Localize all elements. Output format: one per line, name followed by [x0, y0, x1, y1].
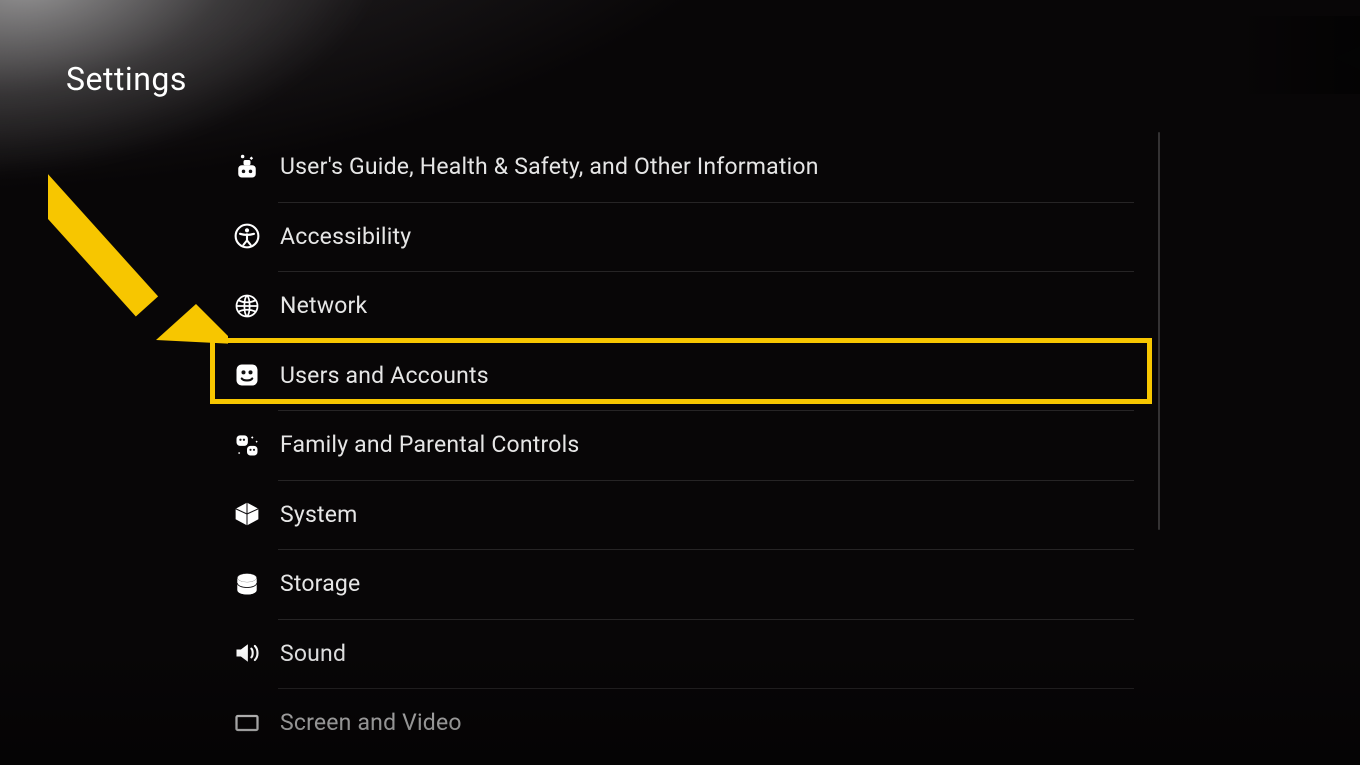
menu-label: System — [280, 501, 358, 528]
family-icon — [232, 430, 262, 460]
guide-health-icon — [232, 152, 262, 182]
accessibility-icon — [232, 221, 262, 251]
menu-item-family-parental[interactable]: Family and Parental Controls — [212, 410, 1158, 480]
menu-label: Accessibility — [280, 223, 411, 250]
scrollbar[interactable] — [1158, 132, 1160, 530]
menu-item-storage[interactable]: Storage — [212, 549, 1158, 619]
storage-disk-icon — [232, 569, 262, 599]
menu-label: Sound — [280, 640, 346, 667]
menu-item-network[interactable]: Network — [212, 271, 1158, 341]
user-face-icon — [232, 360, 262, 390]
menu-label: User's Guide, Health & Safety, and Other… — [280, 153, 819, 180]
menu-item-system[interactable]: System — [212, 480, 1158, 550]
cube-icon — [232, 499, 262, 529]
menu-label: Network — [280, 292, 367, 319]
settings-menu-list: User's Guide, Health & Safety, and Other… — [212, 132, 1158, 742]
menu-label: Storage — [280, 570, 360, 597]
menu-label: Screen and Video — [280, 709, 462, 736]
menu-label: Family and Parental Controls — [280, 431, 579, 458]
menu-item-sound[interactable]: Sound — [212, 619, 1158, 689]
speaker-icon — [232, 638, 262, 668]
menu-label: Users and Accounts — [280, 362, 489, 389]
screen-icon — [232, 708, 262, 738]
menu-item-users-guide[interactable]: User's Guide, Health & Safety, and Other… — [212, 132, 1158, 202]
globe-icon — [232, 291, 262, 321]
menu-item-accessibility[interactable]: Accessibility — [212, 202, 1158, 272]
page-title: Settings — [66, 60, 187, 98]
menu-item-screen-video[interactable]: Screen and Video — [212, 688, 1158, 758]
menu-item-users-accounts[interactable]: Users and Accounts — [212, 341, 1158, 411]
